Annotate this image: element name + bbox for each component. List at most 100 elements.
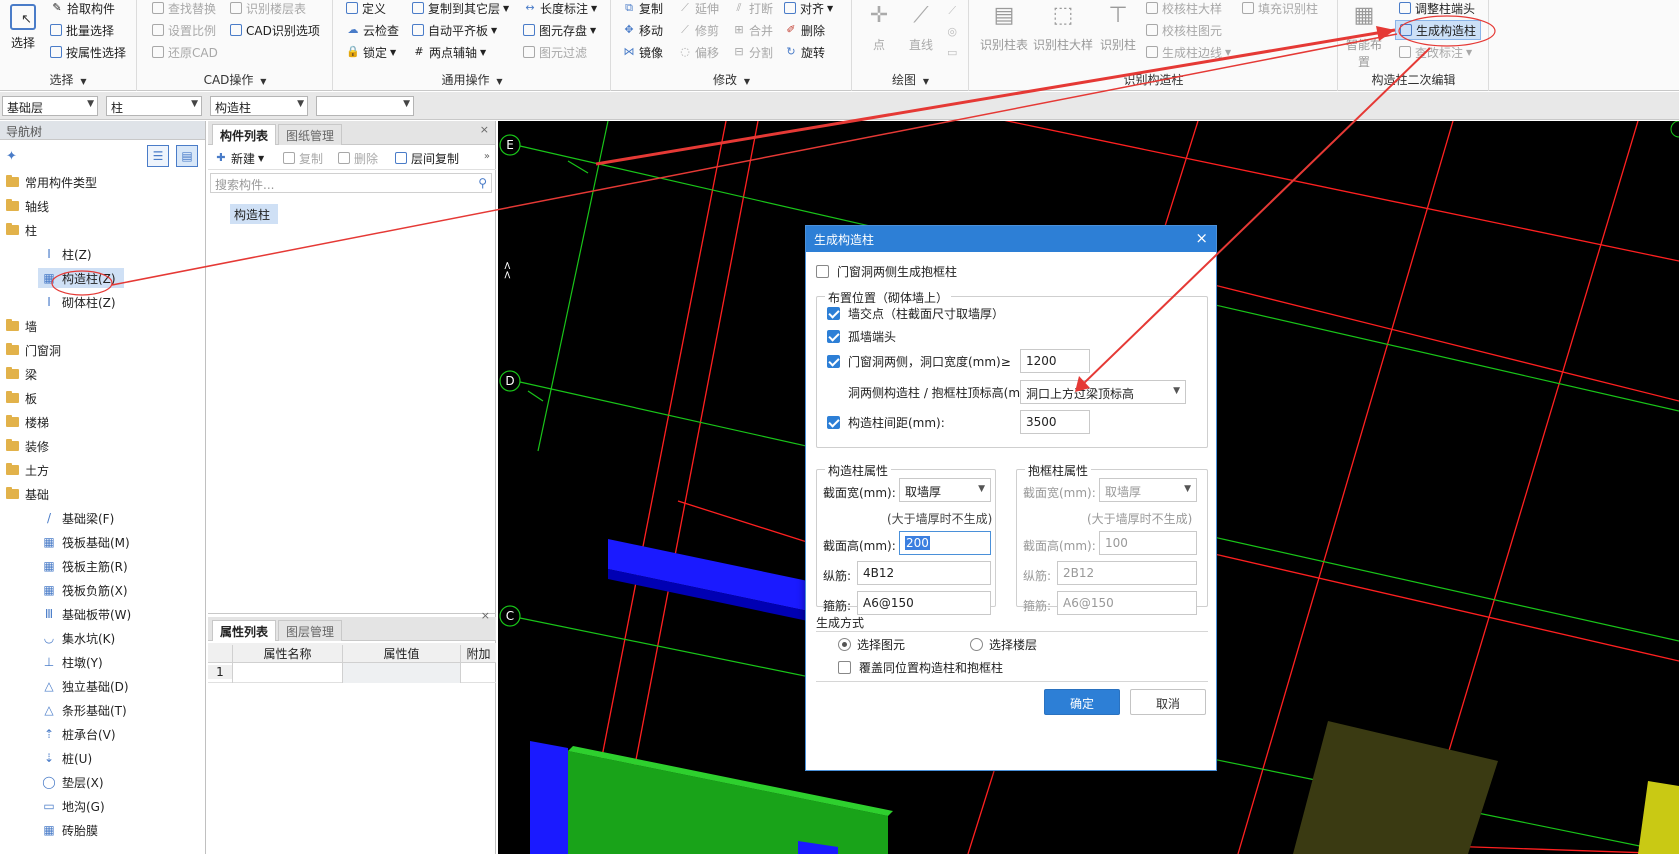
component-search-input[interactable]: 搜索构件... ⚲ — [210, 173, 492, 193]
bkz-long-input[interactable]: 2B12 — [1057, 561, 1197, 585]
tree-item[interactable]: △ 条形基础(T) — [42, 700, 126, 720]
floor-copy-button[interactable]: 层间复制 — [395, 148, 459, 168]
tree-item[interactable]: / 基础梁(F) — [42, 508, 114, 528]
top-elev-select[interactable]: 洞口上方过梁顶标高 ▼ — [1020, 380, 1186, 404]
tree-item[interactable]: ▦ 构造柱(Z) — [38, 268, 124, 288]
copy-component-button[interactable]: 复制 — [283, 148, 323, 168]
check-col-detail-button[interactable]: 校核柱大样 — [1146, 0, 1222, 18]
tree-item[interactable]: ▭ 地沟(G) — [42, 796, 104, 816]
copy-to-floor-button[interactable]: 复制到其它层 ▼ — [412, 0, 509, 18]
tree-folder[interactable]: 常用构件类型 — [6, 172, 97, 192]
find-replace-button[interactable]: 查找替换 — [152, 0, 216, 18]
align-button[interactable]: 对齐 ▼ — [784, 0, 833, 18]
gzz-height-input[interactable]: 200 — [899, 531, 991, 555]
row-value-cell[interactable] — [342, 663, 460, 683]
radio-elements[interactable] — [838, 638, 851, 651]
adjust-col-end-button[interactable]: 调整柱端头 — [1399, 0, 1475, 18]
tree-item[interactable]: ▦ 筏板主筋(R) — [42, 556, 127, 576]
auto-level-button[interactable]: 自动平齐板 ▼ — [412, 20, 497, 40]
detail-view-icon[interactable]: ▤ — [176, 145, 198, 167]
cloud-check-button[interactable]: ☁ 云检查 — [346, 20, 400, 40]
close-icon[interactable]: × — [481, 609, 490, 622]
opening-sides-checkbox[interactable] — [827, 355, 840, 368]
identify-floor-table-button[interactable]: 识别楼层表 — [230, 0, 306, 18]
override-checkbox[interactable] — [838, 661, 851, 674]
add-tree-icon[interactable]: ✦ — [6, 149, 17, 164]
move-button[interactable]: ✥ 移动 — [622, 20, 663, 40]
tree-folder[interactable]: 墙 — [6, 316, 37, 336]
table-row[interactable]: 1 — [208, 663, 496, 683]
tree-item[interactable]: ◡ 集水坑(K) — [42, 628, 115, 648]
tree-folder[interactable]: 装修 — [6, 436, 49, 456]
close-icon[interactable]: × — [480, 123, 489, 136]
spacing-checkbox[interactable] — [827, 416, 840, 429]
check-col-element-button[interactable]: 校核柱图元 — [1146, 20, 1222, 40]
tab-drawing-management[interactable]: 图纸管理 — [278, 124, 343, 145]
rotate-button[interactable]: ↻ 旋转 — [784, 42, 825, 62]
break-button[interactable]: ⫽ 打断 — [732, 0, 773, 18]
length-dim-button[interactable]: ↔ 长度标注 ▼ — [523, 0, 597, 18]
tree-item[interactable]: Ⅲ 基础板带(W) — [42, 604, 131, 624]
identify-col-button[interactable]: ⊤ 识别柱 — [1094, 2, 1142, 53]
tree-folder[interactable]: 楼梯 — [6, 412, 49, 432]
tab-layer-management[interactable]: 图层管理 — [278, 620, 343, 641]
extra-select[interactable]: ▼ — [316, 96, 414, 116]
pick-component-button[interactable]: ✎ 拾取构件 — [50, 0, 115, 18]
wall-intersection-checkbox[interactable] — [827, 307, 840, 320]
method-floors-radio[interactable]: 选择楼层 — [970, 636, 1037, 653]
tree-item[interactable]: ▦ 砖胎膜 — [42, 820, 98, 840]
isolated-end-checkbox[interactable] — [827, 330, 840, 343]
extend-button[interactable]: ⟋ 延伸 — [678, 0, 719, 18]
define-button[interactable]: 定义 — [346, 0, 386, 18]
tree-folder[interactable]: 板 — [6, 388, 37, 408]
door-frame-checkbox[interactable] — [816, 265, 829, 278]
tree-item[interactable]: ◯ 垫层(X) — [42, 772, 103, 792]
identify-col-table-button[interactable]: ▤ 识别柱表 — [976, 2, 1032, 53]
tree-item[interactable]: I 砌体柱(Z) — [42, 292, 115, 312]
element-save-button[interactable]: 图元存盘 ▼ — [523, 20, 596, 40]
gzz-stirrup-input[interactable]: A6@150 — [857, 591, 991, 615]
tree-item[interactable]: ⇡ 桩承台(V) — [42, 724, 116, 744]
cad-options-button[interactable]: CAD识别选项 — [230, 20, 320, 40]
tree-folder[interactable]: 梁 — [6, 364, 37, 384]
offset-button[interactable]: ◌ 偏移 — [678, 42, 719, 62]
spacing-input[interactable]: 3500 — [1020, 410, 1090, 434]
bkz-width-select[interactable]: 取墙厚 ▼ — [1099, 478, 1197, 502]
tab-component-list[interactable]: 构件列表 — [212, 124, 277, 145]
more-icon[interactable]: » — [484, 151, 490, 162]
tree-item[interactable]: I 柱(Z) — [42, 244, 91, 264]
lock-button[interactable]: 🔒 锁定 ▼ — [346, 42, 396, 62]
method-elements-radio[interactable]: 选择图元 — [838, 636, 905, 653]
cancel-button[interactable]: 取消 — [1130, 689, 1206, 715]
mirror-button[interactable]: ⋈ 镜像 — [622, 42, 664, 62]
floor-select[interactable]: 基础层 ▼ — [2, 96, 98, 116]
attr-select-button[interactable]: 按属性选择 — [50, 42, 126, 62]
wall-intersection-option[interactable]: 墙交点（柱截面尺寸取墙厚） — [827, 305, 1004, 322]
tree-folder[interactable]: 基础 — [6, 484, 49, 504]
ok-button[interactable]: 确定 — [1044, 689, 1120, 715]
radio-floors[interactable] — [970, 638, 983, 651]
gen-col-edge-button[interactable]: 生成柱边线 ▼ — [1146, 42, 1231, 62]
tree-item[interactable]: ⇣ 桩(U) — [42, 748, 92, 768]
door-frame-option[interactable]: 门窗洞两侧生成抱框柱 — [816, 263, 957, 280]
new-component-button[interactable]: ✚ 新建 ▼ — [214, 148, 264, 168]
tree-folder[interactable]: 柱 — [6, 220, 37, 240]
close-icon[interactable]: × — [1195, 229, 1208, 247]
tree-folder[interactable]: 轴线 — [6, 196, 49, 216]
element-filter-button[interactable]: 图元过滤 — [523, 42, 587, 62]
spacing-option[interactable]: 构造柱间距(mm): — [827, 414, 945, 431]
smart-layout-button[interactable]: ▦ 智能布置 — [1341, 2, 1387, 70]
tree-item[interactable]: △ 独立基础(D) — [42, 676, 128, 696]
tab-property-list[interactable]: 属性列表 — [212, 620, 277, 641]
gzz-long-input[interactable]: 4B12 — [857, 561, 991, 585]
copy-button[interactable]: ⧉ 复制 — [622, 0, 663, 18]
override-option[interactable]: 覆盖同位置构造柱和抱框柱 — [838, 659, 1003, 676]
line-button[interactable]: ⟋ 直线 — [901, 2, 941, 53]
tree-item[interactable]: ▦ 筏板基础(M) — [42, 532, 129, 552]
list-view-icon[interactable]: ☰ — [147, 145, 169, 167]
opening-sides-option[interactable]: 门窗洞两侧，洞口宽度(mm)≥ — [827, 353, 1011, 370]
tree-folder[interactable]: 土方 — [6, 460, 49, 480]
generate-gzz-button[interactable]: 生成构造柱 — [1395, 20, 1482, 40]
category-select[interactable]: 柱 ▼ — [106, 96, 202, 116]
component-item[interactable]: 构造柱 — [230, 204, 278, 224]
